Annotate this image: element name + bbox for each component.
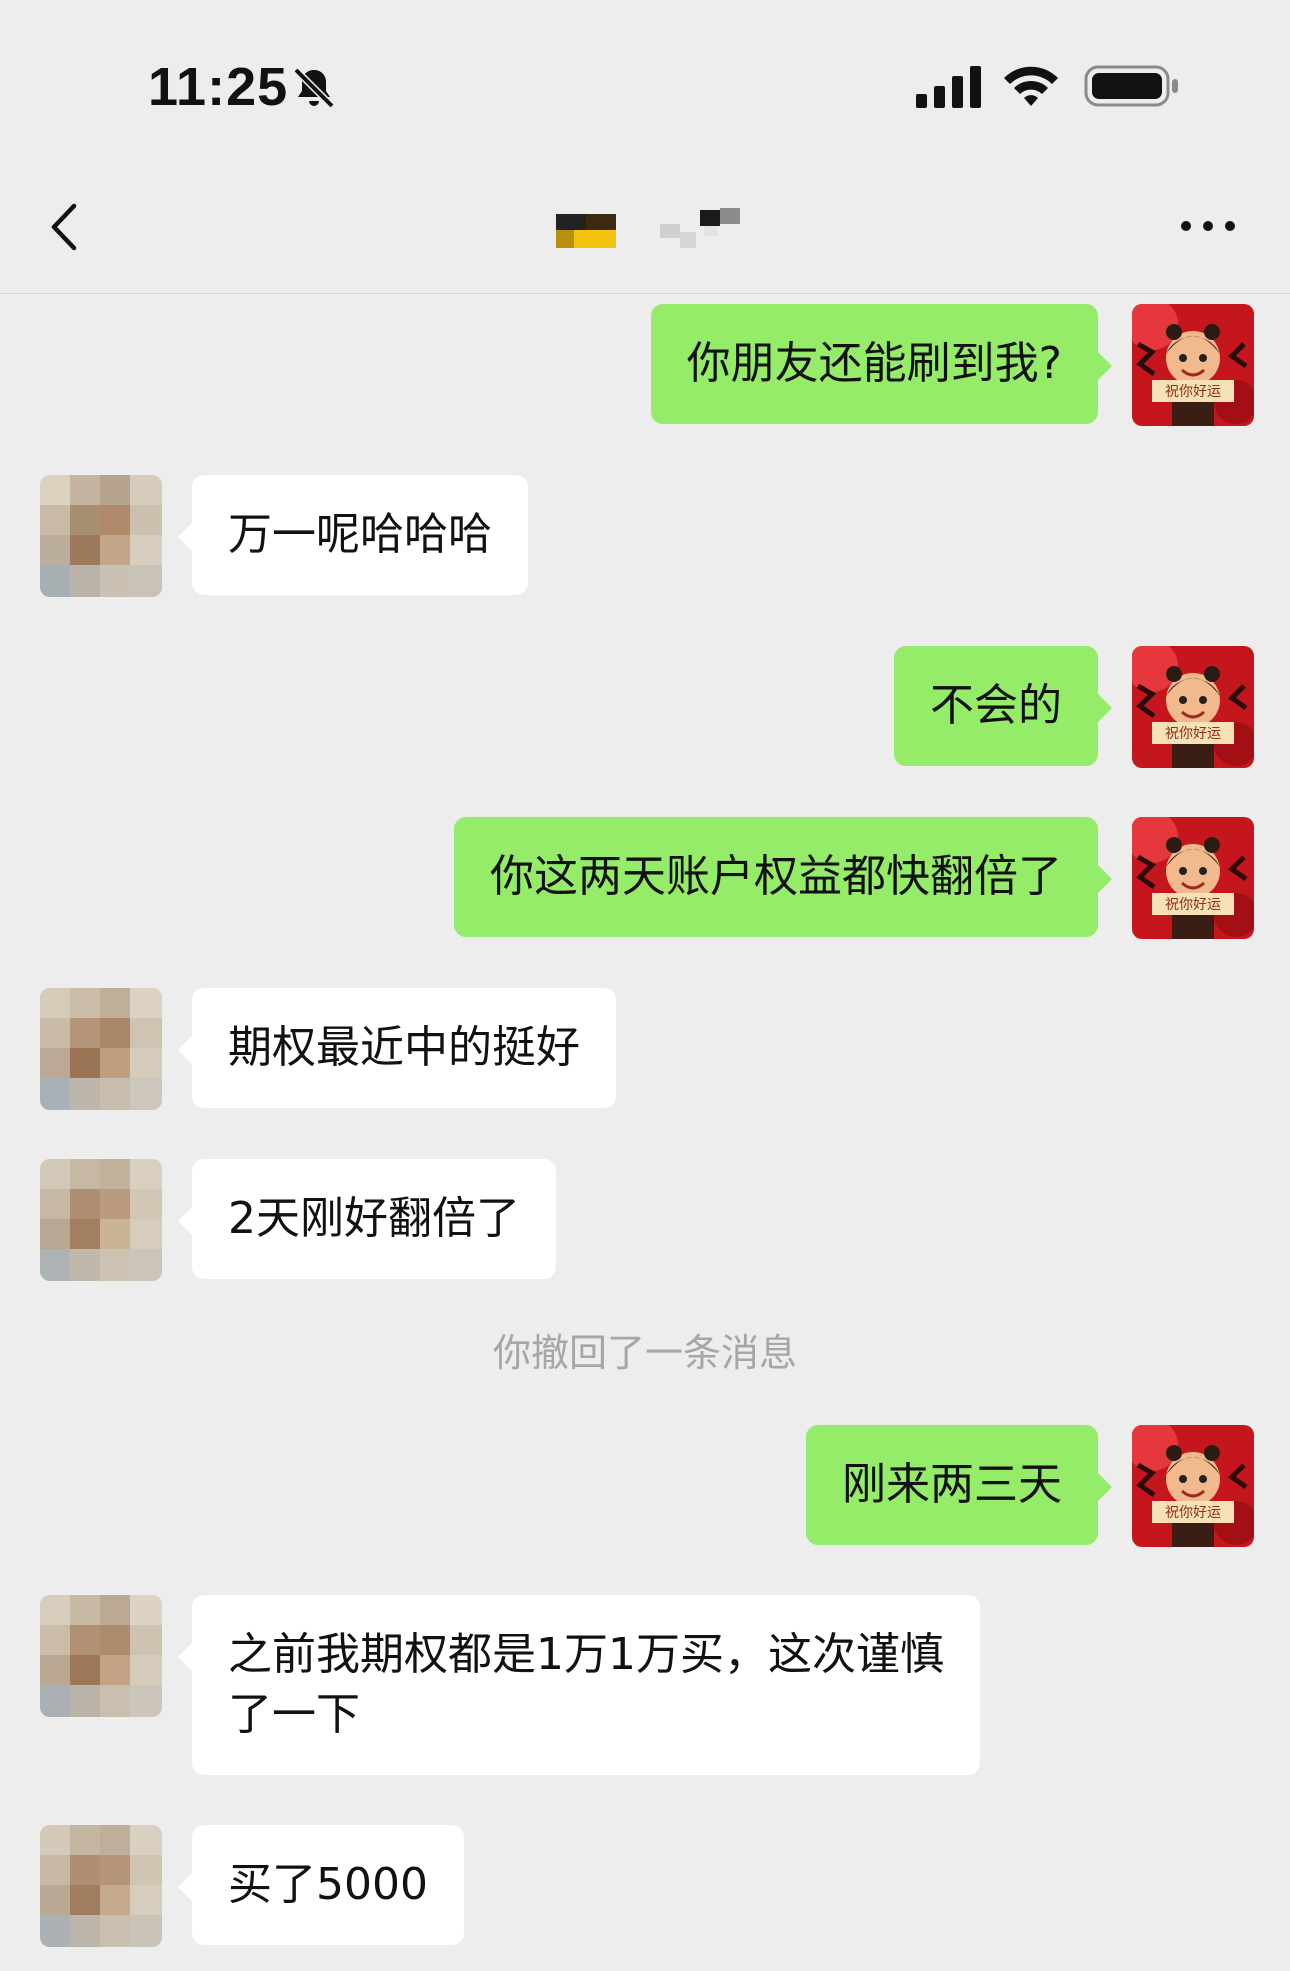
message-bubble-received[interactable]: 2天刚好翻倍了	[178, 1159, 556, 1279]
my-avatar[interactable]: 祝你好运	[1132, 1425, 1254, 1547]
contact-avatar-blurred[interactable]	[40, 1159, 162, 1281]
avatar-caption: 祝你好运	[1165, 1505, 1221, 1521]
chat-header	[0, 160, 1290, 294]
message-bubble-sent[interactable]: 不会的	[894, 646, 1112, 766]
message-list[interactable]: 你朋友还能刷到我? 祝你好运 万一呢哈哈哈 不会的 祝你好运 你这两天账户权益都…	[0, 295, 1290, 1971]
status-time: 11:25	[148, 57, 289, 117]
avatar-caption: 祝你好运	[1165, 897, 1221, 913]
message-bubble-received[interactable]: 之前我期权都是1万1万买，这次谨慎 了一下	[178, 1595, 980, 1775]
my-avatar[interactable]: 祝你好运	[1132, 304, 1254, 426]
cellular-signal-icon	[916, 66, 981, 108]
wifi-icon	[1004, 66, 1058, 106]
message-bubble-sent[interactable]: 你这两天账户权益都快翻倍了	[454, 817, 1112, 937]
contact-avatar-blurred[interactable]	[40, 475, 162, 597]
back-chevron-icon[interactable]	[40, 196, 96, 258]
message-bubble-received[interactable]: 万一呢哈哈哈	[178, 475, 528, 595]
my-avatar[interactable]: 祝你好运	[1132, 646, 1254, 768]
bell-slash-icon	[293, 67, 335, 109]
battery-icon	[1084, 65, 1178, 107]
contact-avatar-blurred[interactable]	[40, 988, 162, 1110]
message-bubble-received[interactable]: 期权最近中的挺好	[178, 988, 616, 1108]
recall-notice: 你撤回了一条消息	[492, 1331, 797, 1375]
avatar-caption: 祝你好运	[1165, 726, 1221, 742]
avatar-caption: 祝你好运	[1165, 384, 1221, 400]
message-bubble-received[interactable]: 买了5000	[178, 1825, 464, 1945]
contact-avatar-blurred[interactable]	[40, 1825, 162, 1947]
my-avatar[interactable]: 祝你好运	[1132, 817, 1254, 939]
status-bar: 11:25	[0, 0, 1290, 160]
contact-name-redacted	[556, 208, 740, 248]
message-bubble-sent[interactable]: 刚来两三天	[806, 1425, 1112, 1545]
contact-avatar-blurred[interactable]	[40, 1595, 162, 1717]
message-bubble-sent[interactable]: 你朋友还能刷到我?	[650, 304, 1113, 424]
more-dots-icon[interactable]	[1176, 206, 1240, 246]
